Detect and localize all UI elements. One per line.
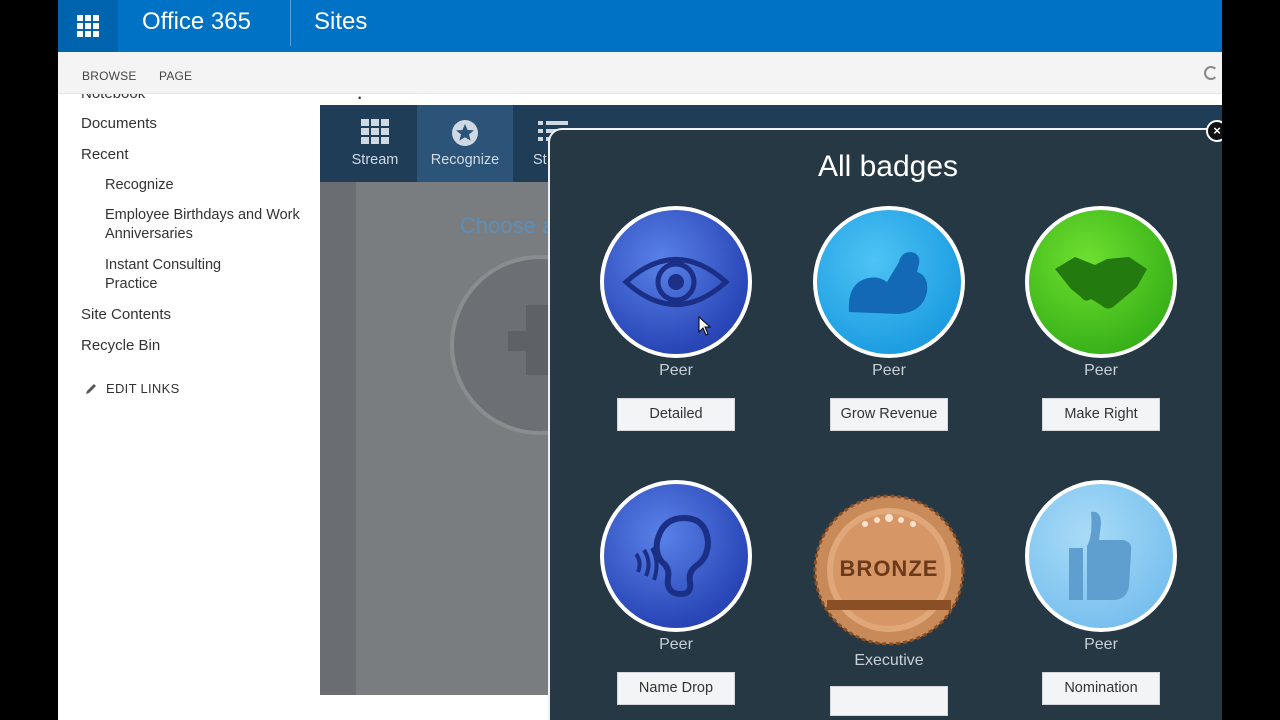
handshake-icon bbox=[1055, 257, 1147, 309]
nav-link-instant-consulting[interactable]: Instant Consulting Practice bbox=[105, 256, 265, 294]
office-365-link[interactable]: Office 365 bbox=[142, 8, 251, 36]
thumbs-up-icon bbox=[1069, 511, 1132, 600]
choose-heading: Choose a bbox=[460, 213, 555, 238]
sites-link[interactable]: Sites bbox=[314, 8, 367, 36]
mouse-cursor-icon bbox=[698, 316, 712, 336]
badge-name-button[interactable]: Make Right bbox=[1042, 398, 1160, 431]
nav-tab-label: Stream bbox=[351, 152, 399, 168]
waffle-icon bbox=[77, 15, 99, 37]
badge-medal[interactable] bbox=[1025, 206, 1177, 358]
tab-page[interactable]: PAGE bbox=[159, 69, 192, 83]
grid-icon bbox=[361, 119, 389, 144]
pencil-icon bbox=[86, 383, 96, 394]
sync-icon[interactable] bbox=[1204, 66, 1218, 80]
quick-launch: Notebook Documents Recent Recognize Empl… bbox=[58, 94, 320, 720]
medal-text: BRONZE bbox=[839, 556, 939, 581]
nav-link-recycle-bin[interactable]: Recycle Bin bbox=[81, 336, 160, 355]
eye-icon bbox=[622, 257, 730, 307]
badge-name-button[interactable]: Grow Revenue bbox=[830, 398, 948, 431]
nav-tab-recognize[interactable]: Recognize bbox=[417, 105, 513, 182]
browser-viewport: Office 365 Sites BROWSE PAGE Notebook Do… bbox=[58, 0, 1222, 720]
badge-category: Peer bbox=[872, 362, 906, 379]
edit-links-label: EDIT LINKS bbox=[106, 381, 180, 396]
nav-tab-stream[interactable]: Stream bbox=[327, 105, 423, 182]
nav-link-birthdays-anniversaries[interactable]: Employee Birthdays and Work Anniversarie… bbox=[105, 206, 305, 244]
flexed-arm-icon bbox=[848, 252, 928, 314]
dialog-title: All badges bbox=[817, 150, 959, 183]
badge-category: Executive bbox=[854, 652, 924, 669]
badge-medal[interactable] bbox=[1025, 480, 1177, 632]
badge-category: Peer bbox=[659, 362, 693, 379]
ear-icon bbox=[634, 514, 712, 598]
nav-link-recognize[interactable]: Recognize bbox=[105, 176, 174, 195]
badge-name-button[interactable]: Detailed bbox=[617, 398, 735, 431]
star-icon bbox=[452, 120, 478, 146]
badge-category: Peer bbox=[1084, 636, 1118, 653]
suite-bar: Office 365 Sites bbox=[58, 0, 1222, 52]
badge-medal[interactable] bbox=[813, 206, 965, 358]
nav-link-documents[interactable]: Documents bbox=[81, 114, 157, 133]
badge-medal[interactable] bbox=[600, 206, 752, 358]
badge-name-button[interactable] bbox=[830, 686, 948, 716]
all-badges-dialog: All badges Peer Detailed Peer Grow Reven… bbox=[548, 128, 1222, 720]
badge-name-button[interactable]: Nomination bbox=[1042, 672, 1160, 705]
nav-link-recent[interactable]: Recent bbox=[81, 145, 129, 164]
badge-category: Peer bbox=[659, 636, 693, 653]
badge-name-button[interactable]: Name Drop bbox=[617, 672, 735, 705]
edit-links-button[interactable]: EDIT LINKS bbox=[84, 381, 180, 396]
tab-browse[interactable]: BROWSE bbox=[82, 69, 137, 83]
main-content: · Stream Recognize St Choose a All badge… bbox=[320, 94, 1222, 720]
badge-medal[interactable] bbox=[600, 480, 752, 632]
nav-link-notebook[interactable]: Notebook bbox=[81, 94, 145, 103]
close-dialog-button[interactable]: × bbox=[1206, 120, 1222, 142]
divider bbox=[290, 0, 291, 46]
badge-category: Peer bbox=[1084, 362, 1118, 379]
nav-tab-label: Recognize bbox=[430, 152, 500, 168]
ribbon: BROWSE PAGE bbox=[58, 52, 1222, 94]
nav-link-site-contents[interactable]: Site Contents bbox=[81, 305, 171, 324]
app-launcher-button[interactable] bbox=[58, 0, 118, 52]
